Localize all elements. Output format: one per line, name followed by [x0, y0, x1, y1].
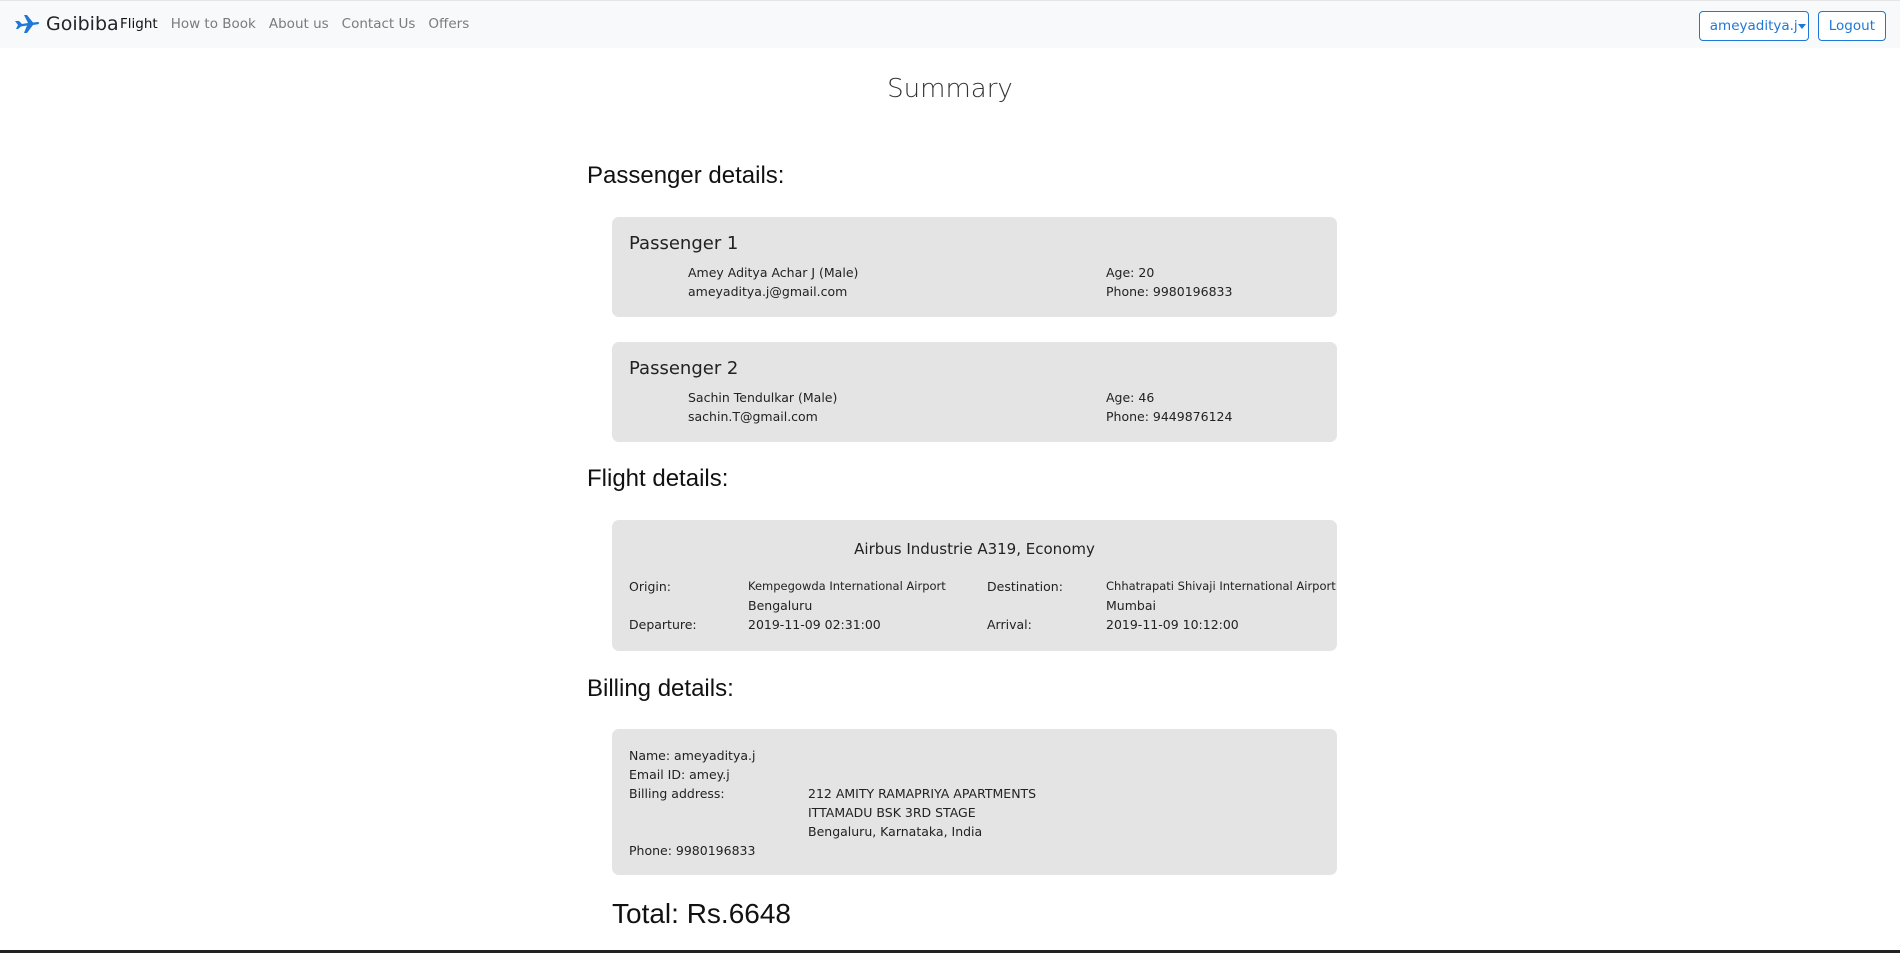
departure-value: 2019-11-09 02:31:00	[748, 617, 881, 632]
logout-button[interactable]: Logout	[1817, 11, 1886, 41]
user-dropdown-button[interactable]: ameyaditya.j	[1698, 11, 1809, 41]
nav-link-offers[interactable]: Offers	[428, 16, 469, 32]
caret-down-icon	[1797, 23, 1806, 29]
page-title: Summary	[887, 74, 1013, 104]
passenger-name: Amey Aditya Achar J (Male)	[688, 265, 859, 280]
brand-link[interactable]: Goibiba	[14, 13, 119, 35]
passenger-phone: Phone: 9449876124	[1106, 409, 1233, 424]
passenger-card-2: Passenger 2 Sachin Tendulkar (Male) sach…	[612, 342, 1337, 442]
aircraft-label: Airbus Industrie A319, Economy	[854, 540, 1095, 558]
nav-link-flight[interactable]: Flight	[120, 16, 158, 32]
origin-city: Bengaluru	[748, 598, 813, 613]
passenger-card-1: Passenger 1 Amey Aditya Achar J (Male) a…	[612, 217, 1337, 317]
billing-phone: Phone: 9980196833	[629, 843, 756, 858]
passenger-age: Age: 20	[1106, 265, 1155, 280]
username-label: ameyaditya.j	[1709, 18, 1798, 34]
passenger-email: sachin.T@gmail.com	[688, 409, 818, 424]
nav-right: ameyaditya.j Logout	[1698, 11, 1886, 41]
billing-address-line1: 212 AMITY RAMAPRIYA APARTMENTS	[808, 786, 1037, 801]
billing-name: Name: ameyaditya.j	[629, 748, 756, 763]
billing-address-label: Billing address:	[629, 786, 725, 801]
airplane-icon	[14, 13, 40, 35]
destination-city: Mumbai	[1106, 598, 1156, 613]
origin-airport: Kempegowda International Airport	[748, 579, 946, 593]
nav-links: Flight How to Book About us Contact Us O…	[120, 16, 469, 32]
billing-card: Name: ameyaditya.j Email ID: amey.j Bill…	[612, 729, 1337, 875]
destination-label: Destination:	[987, 579, 1063, 594]
origin-label: Origin:	[629, 579, 671, 594]
navbar: Goibiba Flight How to Book About us Cont…	[0, 0, 1900, 48]
departure-label: Departure:	[629, 617, 697, 632]
nav-link-about-us[interactable]: About us	[269, 16, 329, 32]
nav-link-contact-us[interactable]: Contact Us	[342, 16, 416, 32]
flight-details-heading: Flight details:	[587, 465, 729, 492]
total-amount: Total: Rs.6648	[612, 898, 791, 929]
passenger-email: ameyaditya.j@gmail.com	[688, 284, 848, 299]
passenger-name: Sachin Tendulkar (Male)	[688, 390, 838, 405]
brand-name: Goibiba	[46, 13, 119, 35]
passenger-title: Passenger 1	[629, 233, 739, 254]
passenger-phone: Phone: 9980196833	[1106, 284, 1233, 299]
passenger-age: Age: 46	[1106, 390, 1155, 405]
destination-airport: Chhatrapati Shivaji International Airpor…	[1106, 579, 1336, 593]
billing-email-id: Email ID: amey.j	[629, 767, 730, 782]
passenger-title: Passenger 2	[629, 358, 739, 379]
arrival-value: 2019-11-09 10:12:00	[1106, 617, 1239, 632]
arrival-label: Arrival:	[987, 617, 1032, 632]
billing-address-line3: Bengaluru, Karnataka, India	[808, 824, 983, 839]
flight-card: Airbus Industrie A319, Economy Origin: K…	[612, 520, 1337, 651]
billing-details-heading: Billing details:	[587, 675, 734, 702]
passenger-details-heading: Passenger details:	[587, 162, 785, 189]
billing-address-line2: ITTAMADU BSK 3RD STAGE	[808, 805, 976, 820]
nav-link-how-to-book[interactable]: How to Book	[171, 16, 256, 32]
